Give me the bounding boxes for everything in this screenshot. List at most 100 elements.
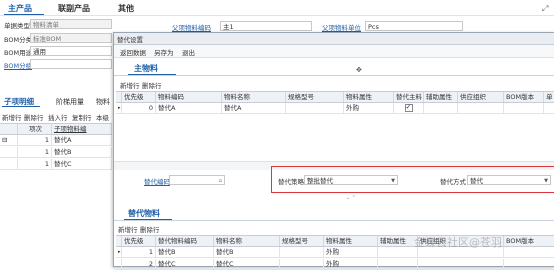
chevron-down-icon[interactable]: ▼ <box>391 176 395 184</box>
parent-unit-field[interactable]: Pcs <box>365 21 463 31</box>
row-name: 替代B <box>214 247 280 257</box>
collapse-arrows-icon[interactable]: ⌄ ⌃ <box>346 195 356 201</box>
dialog-toolbar: 返回数据 另存为 退出 <box>114 45 554 58</box>
row-expand-icon[interactable]: ⊟ <box>0 135 18 145</box>
tab-by-products[interactable]: 联副产品 <box>58 3 90 14</box>
table-row[interactable]: 1 替代B <box>0 147 112 158</box>
row-child-name: 替代A <box>52 135 112 145</box>
tab-material[interactable]: 物料 <box>96 97 110 107</box>
left-grid-corner <box>0 124 18 134</box>
row-name: 替代A <box>222 103 286 113</box>
tab-step-usage[interactable]: 阶梯用量 <box>56 97 84 107</box>
method-select[interactable]: 替代 ▼ <box>467 175 551 185</box>
main-col-spec: 规格型号 <box>286 92 344 102</box>
sub-col-name: 物料名称 <box>214 236 280 246</box>
sub-code-link[interactable]: 替代编码 <box>144 176 170 186</box>
row-child-name: 替代B <box>52 147 112 157</box>
row-seq: 1 <box>18 135 52 145</box>
dialog-title-bar: 替代设置 <box>114 33 554 45</box>
lookup-icon[interactable]: ▫ <box>219 176 222 184</box>
bom-class-label: BOM分类 <box>4 36 33 44</box>
parent-unit-link[interactable]: 父项物料单位 <box>322 22 361 32</box>
sub-add-row-button[interactable]: 新增行 <box>118 224 138 234</box>
sub-section-divider <box>114 220 554 221</box>
main-col-code: 物料编码 <box>156 92 222 102</box>
tab-other[interactable]: 其他 <box>118 3 134 14</box>
sub-col-priority: 优先级 <box>122 236 156 246</box>
strategy-label: 替代策略 <box>278 178 304 186</box>
tab-divider <box>0 15 554 16</box>
row-seq: 1 <box>18 147 52 157</box>
main-col-bom-version: BOM版本 <box>504 92 544 102</box>
left-copy-row-button[interactable]: 复制行 <box>72 112 92 122</box>
row-child-name: 替代C <box>52 159 112 169</box>
tab-main-product[interactable]: 主产品 <box>8 3 32 14</box>
save-as-button[interactable]: 另存为 <box>154 47 174 57</box>
sub-col-spec: 规格型号 <box>280 236 324 246</box>
left-col-child-code[interactable]: 子项物料编 <box>52 124 112 134</box>
watermark-text: 金蝶云社区@苍羽 <box>414 236 502 249</box>
sub-delete-row-button[interactable]: 删除行 <box>140 224 160 234</box>
left-grid-header: 项次 子项物料编 <box>0 123 112 135</box>
dialog-title: 替代设置 <box>117 36 143 44</box>
row-code[interactable]: 替代C <box>156 259 214 269</box>
method-label: 替代方式 <box>440 178 466 186</box>
sub-col-bom-version: BOM版本 <box>504 236 554 246</box>
sub-material-section-title: 替代物料 <box>128 209 160 218</box>
main-col-is-main: 替代主料 <box>396 92 424 102</box>
row-spec <box>286 103 344 113</box>
sub-col-attr: 物料属性 <box>324 236 378 246</box>
main-grid-header: 优先级 物料编码 物料名称 规格型号 物料属性 替代主料 辅助属性 供应组织 B… <box>116 91 554 103</box>
doc-type-label: 单据类型 <box>4 22 30 30</box>
bom-use-label: BOM用途 <box>4 49 33 57</box>
doc-type-field[interactable]: 物料清单 <box>30 19 112 29</box>
row-priority[interactable]: 1 <box>122 247 156 257</box>
left-delete-row-button[interactable]: 删除行 <box>24 112 44 122</box>
row-attr: 外购 <box>324 247 378 257</box>
bom-group-field[interactable] <box>30 59 112 69</box>
parent-code-link[interactable]: 父项物料编码 <box>172 22 211 32</box>
left-insert-row-button[interactable]: 插入行 <box>48 112 68 122</box>
bom-class-field[interactable]: 标准BOM <box>30 33 112 43</box>
parent-code-field[interactable]: 主1 <box>220 21 312 31</box>
row-attr: 外购 <box>324 259 378 269</box>
expand-icon[interactable]: ⤢ <box>542 4 548 14</box>
main-delete-row-button[interactable]: 删除行 <box>142 80 162 90</box>
substitute-settings-dialog: 替代设置 返回数据 另存为 退出 主物料 ✥ 新增行 删除行 优先级 物料编码 … <box>113 32 554 270</box>
row-priority[interactable]: 0 <box>122 103 156 113</box>
table-row[interactable]: ▸ 0 替代A 替代A 外购 <box>116 103 554 114</box>
row-is-main[interactable] <box>394 103 424 113</box>
row-name: 替代C <box>214 259 280 269</box>
main-col-unit: 单 <box>544 92 554 102</box>
child-tab-underline <box>2 106 40 107</box>
exit-button[interactable]: 退出 <box>182 47 195 57</box>
row-seq: 1 <box>18 159 52 169</box>
move-handle-icon[interactable]: ✥ <box>356 66 362 74</box>
row-code[interactable]: 替代A <box>156 103 222 113</box>
row-attr: 外购 <box>344 103 394 113</box>
table-row[interactable]: 1 替代C <box>0 159 112 170</box>
bom-use-field[interactable]: 通用 <box>30 46 112 56</box>
chevron-down-icon[interactable]: ▼ <box>544 176 548 184</box>
main-col-priority: 优先级 <box>122 92 156 102</box>
main-add-row-button[interactable]: 新增行 <box>120 80 140 90</box>
left-add-row-button[interactable]: 新增行 <box>2 112 22 122</box>
main-material-section-title: 主物料 <box>134 64 158 73</box>
left-col-seq: 项次 <box>18 124 52 134</box>
row-code[interactable]: 替代B <box>156 247 214 257</box>
bom-group-link[interactable]: BOM分组 <box>4 60 32 70</box>
sub-code-field[interactable]: ▫ <box>169 175 225 185</box>
left-level-button[interactable]: 本级 <box>96 112 109 122</box>
sub-col-aux: 辅助属性 <box>378 236 418 246</box>
main-col-aux: 辅助属性 <box>424 92 458 102</box>
main-col-attr: 物料属性 <box>344 92 394 102</box>
main-col-supply-org: 供应组织 <box>458 92 504 102</box>
main-section-divider <box>114 75 554 76</box>
main-col-name: 物料名称 <box>222 92 286 102</box>
return-data-button[interactable]: 返回数据 <box>120 47 146 57</box>
strategy-select[interactable]: 整批替代 ▼ <box>304 175 398 185</box>
table-row[interactable]: ⊟ 1 替代A <box>0 135 112 146</box>
checkbox-icon[interactable] <box>404 103 413 112</box>
row-priority[interactable]: 2 <box>122 259 156 269</box>
sub-col-code: 替代物料编码 <box>156 236 214 246</box>
